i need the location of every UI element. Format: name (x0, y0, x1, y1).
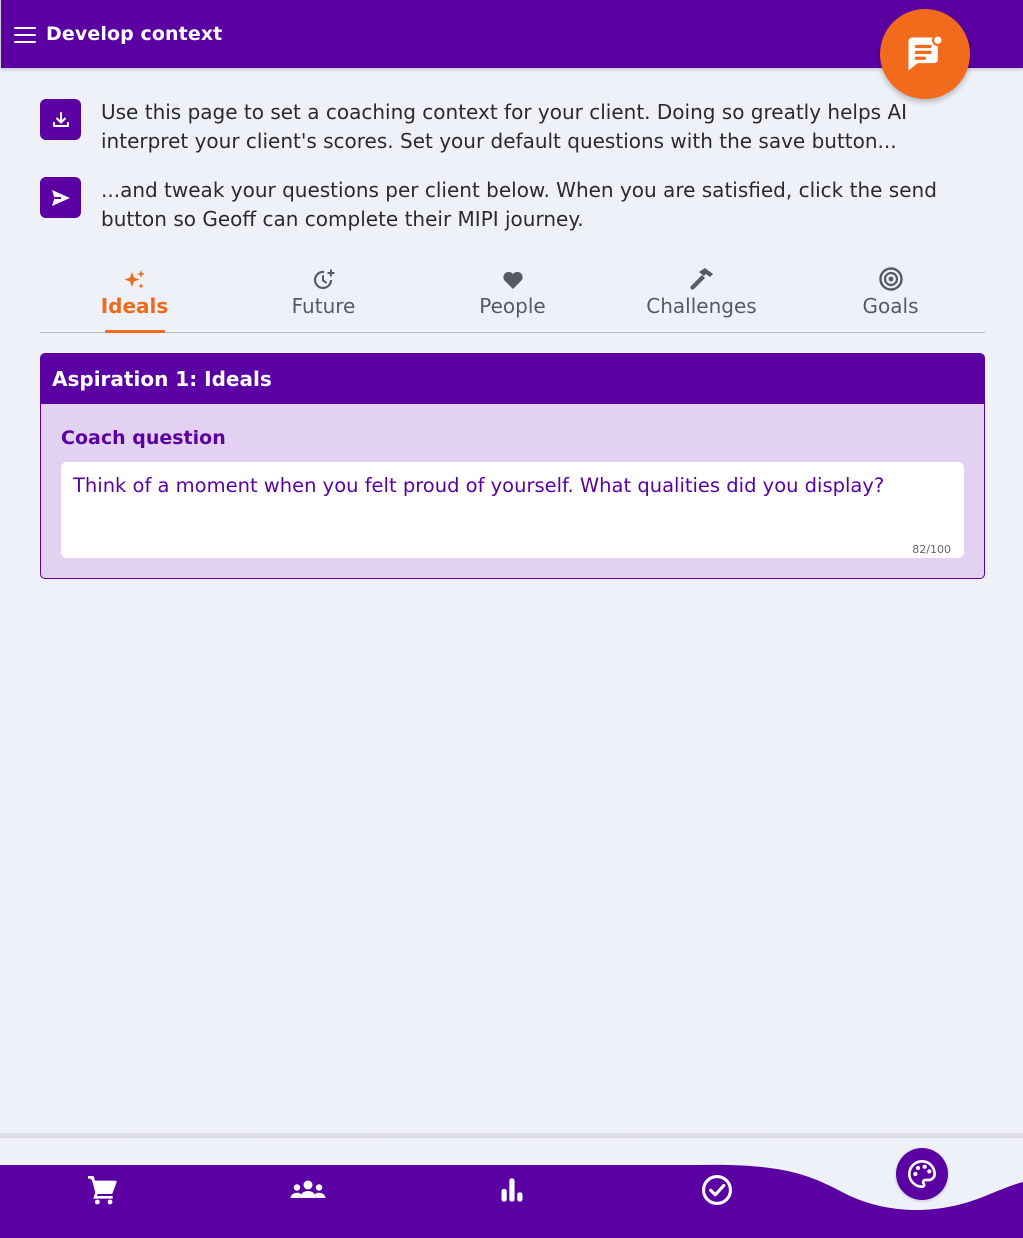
tab-label: People (479, 294, 546, 318)
tab-label: Challenges (646, 294, 757, 318)
card-title: Aspiration 1: Ideals (41, 354, 984, 404)
chat-fab-button[interactable] (880, 9, 970, 99)
info-row-send: ...and tweak your questions per client b… (40, 177, 980, 234)
cart-icon (88, 1176, 117, 1205)
tab-future[interactable]: Future (229, 262, 418, 332)
palette-icon (908, 1159, 937, 1189)
nav-reports-button[interactable] (482, 1165, 542, 1215)
tab-challenges[interactable]: Challenges (607, 262, 796, 332)
character-counter: 82/100 (912, 543, 951, 556)
tab-label: Ideals (100, 294, 169, 318)
group-icon (290, 1180, 326, 1198)
send-button[interactable] (40, 177, 81, 218)
coach-question-label: Coach question (61, 427, 226, 449)
target-icon (878, 267, 903, 291)
theme-palette-button[interactable] (896, 1148, 948, 1200)
aspiration-tabs: Ideals Future People Challenges Goals (40, 262, 985, 333)
sparkles-icon (124, 270, 145, 289)
chart-icon (501, 1178, 523, 1202)
menu-icon[interactable] (14, 27, 36, 43)
coach-question-field[interactable]: Think of a moment when you felt proud of… (61, 462, 964, 558)
nav-shop-button[interactable] (72, 1165, 132, 1215)
nav-tasks-button[interactable] (687, 1165, 747, 1215)
page-title: Develop context (46, 23, 223, 45)
tab-label: Goals (862, 294, 919, 318)
send-icon (51, 189, 70, 206)
aspiration-card: Aspiration 1: Ideals Coach question Thin… (40, 353, 985, 579)
app-header: Develop context (0, 0, 1023, 68)
future-clock-icon (313, 269, 334, 289)
download-icon (52, 111, 69, 127)
chat-icon (908, 34, 944, 71)
tab-people[interactable]: People (418, 262, 607, 332)
heart-icon (502, 271, 523, 289)
info-text-save: Use this page to set a coaching context … (101, 100, 908, 153)
nav-clients-button[interactable] (278, 1165, 338, 1215)
coach-question-value: Think of a moment when you felt proud of… (73, 474, 885, 497)
tab-ideals[interactable]: Ideals (40, 262, 229, 333)
check-circle-icon (701, 1174, 733, 1206)
tab-goals[interactable]: Goals (796, 262, 985, 332)
info-text-send: ...and tweak your questions per client b… (101, 178, 937, 231)
hammer-icon (689, 268, 713, 290)
tab-label: Future (291, 294, 356, 318)
info-row-save: Use this page to set a coaching context … (40, 99, 980, 156)
save-defaults-button[interactable] (40, 99, 81, 140)
